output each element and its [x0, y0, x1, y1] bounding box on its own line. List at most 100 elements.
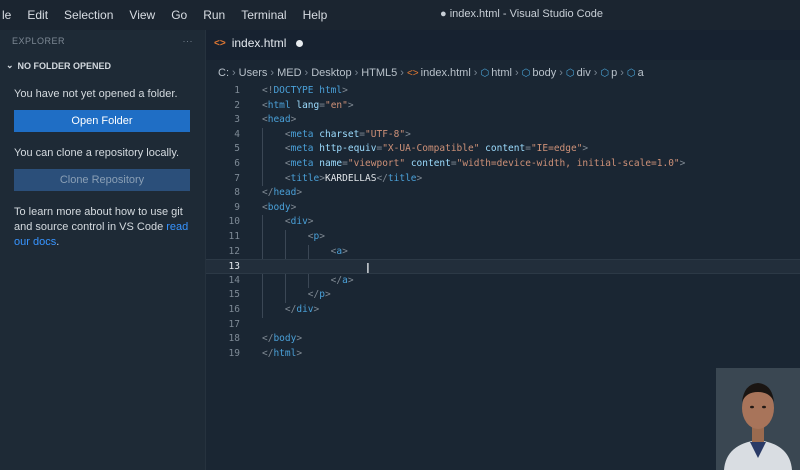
more-actions-icon[interactable]: ··· — [183, 36, 194, 46]
code-text: </p> — [307, 289, 331, 301]
menu-terminal[interactable]: Terminal — [233, 8, 294, 22]
code-line[interactable]: 16 </div> — [206, 302, 800, 318]
chevron-right-icon: › — [304, 67, 309, 79]
code-line[interactable]: 8 </head> — [206, 186, 800, 201]
line-number: 18 — [228, 333, 240, 345]
html-file-icon: <> — [214, 37, 226, 49]
breadcrumb-body[interactable]: body — [532, 67, 556, 79]
code-text: <html lang="en"> — [262, 99, 354, 111]
tab-label: index.html — [231, 36, 287, 50]
chevron-right-icon: › — [270, 67, 275, 79]
clone-repository-button[interactable]: Clone Repository — [14, 169, 190, 191]
line-number: 5 — [234, 143, 240, 155]
chevron-right-icon: › — [514, 67, 519, 79]
chevron-right-icon: › — [354, 67, 359, 79]
element-icon: ⬡ — [600, 67, 610, 79]
code-line[interactable]: 17 — [206, 318, 800, 333]
breadcrumb-p[interactable]: p — [611, 67, 617, 79]
breadcrumb-med[interactable]: MED — [277, 67, 301, 79]
menu-bar: le Edit Selection View Go Run Terminal H… — [0, 0, 800, 30]
code-line[interactable]: 6 <meta name="viewport" content="width=d… — [206, 156, 800, 172]
menu-run[interactable]: Run — [195, 8, 233, 22]
code-text: </body> — [262, 333, 303, 345]
learn-more-message: To learn more about how to use git and s… — [0, 205, 205, 250]
line-number: 9 — [234, 201, 240, 213]
menu-selection[interactable]: Selection — [56, 8, 121, 22]
element-icon: ⬡ — [480, 67, 490, 79]
clone-message: You can clone a repository locally. — [14, 147, 180, 159]
line-number: 10 — [228, 216, 240, 228]
webcam-overlay — [716, 368, 800, 470]
line-number: 16 — [228, 303, 240, 315]
element-icon: ⬡ — [521, 67, 531, 79]
code-text: <div> — [284, 216, 314, 228]
breadcrumb-html[interactable]: html — [491, 67, 512, 79]
line-number: 8 — [234, 187, 240, 199]
code-line[interactable]: 11 <p> — [206, 229, 800, 245]
code-line[interactable]: 7 <title>KARDELLAS</title> — [206, 171, 800, 187]
explorer-header: EXPLORER ··· — [0, 30, 205, 52]
tab-index-html[interactable]: <> index.html — [214, 36, 304, 50]
code-line[interactable]: 19 </html> — [206, 347, 800, 362]
breadcrumb-a[interactable]: a — [638, 67, 644, 79]
menu-view[interactable]: View — [121, 8, 163, 22]
unsaved-dot-icon[interactable] — [296, 39, 304, 47]
breadcrumb-file[interactable]: index.html — [421, 67, 471, 79]
code-line[interactable]: 18 </body> — [206, 332, 800, 347]
section-title: NO FOLDER OPENED — [17, 60, 112, 71]
chevron-down-icon: ⌄ — [6, 60, 14, 70]
line-number: 2 — [234, 99, 240, 111]
breadcrumb-drive[interactable]: C: — [218, 67, 229, 79]
code-line[interactable]: 15 </p> — [206, 288, 800, 303]
chevron-right-icon: › — [473, 67, 478, 79]
no-folder-section[interactable]: ⌄ NO FOLDER OPENED — [0, 52, 205, 79]
explorer-title: EXPLORER — [12, 36, 66, 46]
code-editor[interactable]: 1 <!DOCTYPE html> 2 <html lang="en"> 3 <head>… — [206, 84, 800, 470]
menu-go[interactable]: Go — [163, 8, 195, 22]
code-text: <meta http-equiv="X-UA-Compatible" conte… — [284, 143, 589, 155]
code-line[interactable]: 2 <html lang="en"> — [206, 99, 800, 114]
code-line[interactable]: 9 <body> — [206, 201, 800, 216]
code-text: <head> — [262, 114, 297, 126]
open-folder-button[interactable]: Open Folder — [14, 110, 190, 132]
code-text: <!DOCTYPE html> — [262, 85, 348, 96]
code-line[interactable]: 3 <head> — [206, 113, 800, 128]
code-line[interactable]: 5 <meta http-equiv="X-UA-Compatible" con… — [206, 142, 800, 157]
code-line[interactable]: 12 <a> — [206, 244, 800, 260]
window-title: ● index.html - Visual Studio Code — [440, 8, 603, 20]
editor-tab-bar: <> index.html — [206, 30, 800, 60]
code-text: <body> — [262, 201, 297, 213]
line-number: 14 — [228, 274, 240, 286]
chevron-right-icon: › — [593, 67, 598, 79]
breadcrumb-desktop[interactable]: Desktop — [311, 67, 351, 79]
code-line[interactable]: 4 <meta charset="UTF-8"> — [206, 127, 800, 143]
text-cursor-icon: I — [366, 262, 370, 277]
menu-file[interactable]: le — [0, 8, 19, 22]
code-text: </div> — [284, 303, 320, 315]
learn-more-text: To learn more about how to use git and s… — [14, 206, 183, 233]
chevron-right-icon: › — [620, 67, 624, 79]
breadcrumb-users[interactable]: Users — [239, 67, 268, 79]
line-number: 12 — [228, 245, 240, 257]
code-line[interactable]: 14 </a> — [206, 273, 800, 289]
line-number: 11 — [228, 230, 240, 242]
chevron-right-icon: › — [559, 67, 563, 79]
breadcrumb-html5[interactable]: HTML5 — [361, 67, 397, 79]
code-text: </a> — [330, 274, 354, 286]
chevron-right-icon: › — [232, 67, 236, 79]
breadcrumb-div[interactable]: div — [577, 67, 591, 79]
code-text: </html> — [262, 347, 303, 359]
element-icon: ⬡ — [565, 67, 575, 79]
line-number: 17 — [228, 318, 240, 330]
chevron-right-icon: › — [400, 67, 404, 79]
code-text: <p> — [307, 230, 325, 242]
menu-edit[interactable]: Edit — [19, 8, 56, 22]
breadcrumb: C: › Users › MED › Desktop › HTML5 › <> index.… — [206, 62, 800, 84]
explorer-sidebar: EXPLORER ··· ⌄ NO FOLDER OPENED You have… — [0, 30, 206, 470]
code-line[interactable]: 1 <!DOCTYPE html> — [206, 84, 800, 99]
code-line[interactable]: 13 — [206, 259, 800, 274]
line-number: 13 — [228, 261, 240, 273]
code-line[interactable]: 10 <div> — [206, 215, 800, 230]
menu-help[interactable]: Help — [295, 8, 336, 22]
line-number: 19 — [228, 347, 240, 359]
